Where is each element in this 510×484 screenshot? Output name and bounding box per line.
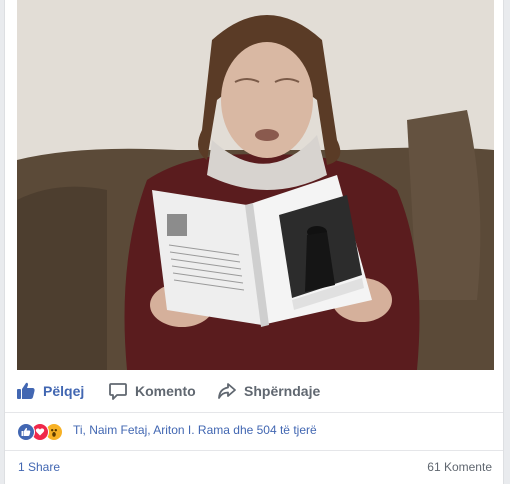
shares-count-link[interactable]: 1 Share: [18, 460, 60, 474]
comments-count-link[interactable]: 61 Komente: [427, 460, 492, 474]
share-button-label: Shpërndaje: [244, 383, 321, 399]
reactions-summary[interactable]: Ti, Naim Fetaj, Ariton I. Rama dhe 504 t…: [5, 412, 503, 451]
comment-bubble-icon: [107, 380, 129, 402]
reactions-summary-text[interactable]: Ti, Naim Fetaj, Ariton I. Rama dhe 504 t…: [73, 423, 317, 437]
like-button[interactable]: Pëlqej: [15, 380, 84, 402]
post-footer: 1 Share 61 Komente: [5, 450, 503, 484]
like-reaction-icon: [17, 423, 35, 441]
comment-button-label: Komento: [135, 383, 196, 399]
post-card: Pëlqej Komento Shpërndaje Ti, Naim Fetaj…: [4, 0, 504, 484]
post-actions-bar: Pëlqej Komento Shpërndaje: [5, 370, 503, 413]
photo-illustration: [17, 0, 494, 370]
share-arrow-icon: [216, 380, 238, 402]
post-photo[interactable]: [17, 0, 494, 370]
like-button-label: Pëlqej: [43, 383, 85, 399]
thumbs-up-icon: [15, 380, 37, 402]
share-button[interactable]: Shpërndaje: [216, 380, 320, 402]
comment-button[interactable]: Komento: [107, 380, 196, 402]
reaction-icons[interactable]: [17, 423, 63, 441]
